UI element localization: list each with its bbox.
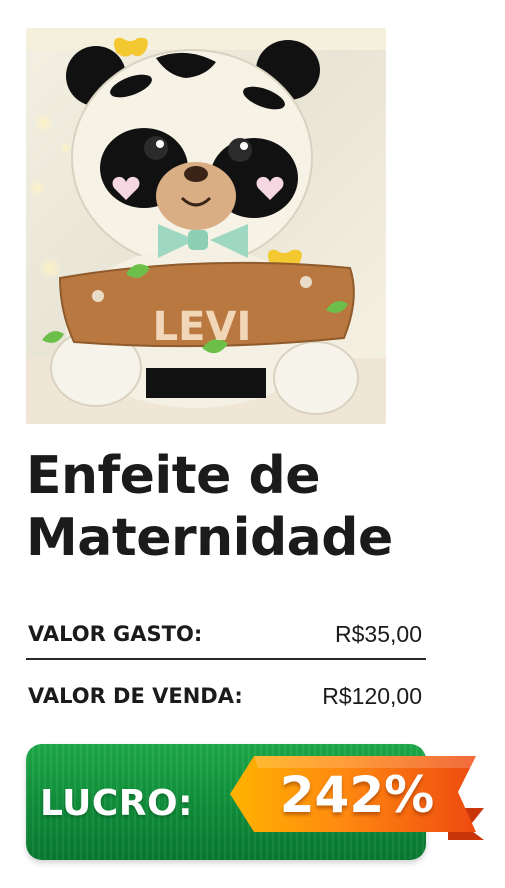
profit-label: LUCRO:	[40, 783, 194, 824]
plaque-name-text: LEVI	[153, 304, 252, 350]
cost-row: VALOR GASTO: R$35,00	[28, 614, 428, 654]
sale-value: R$120,00	[322, 682, 422, 709]
title-line-2: Maternidade	[26, 508, 393, 568]
product-title: Enfeite de Maternidade	[26, 445, 486, 569]
sale-row: VALOR DE VENDA: R$120,00	[28, 676, 428, 716]
divider	[26, 658, 426, 660]
product-photo: LEVI	[26, 28, 386, 424]
profit-percent: 242%	[279, 766, 435, 824]
cost-value: R$35,00	[335, 620, 422, 647]
title-line-1: Enfeite de	[26, 446, 320, 506]
sale-label: VALOR DE VENDA:	[28, 684, 243, 708]
panda-felt-illustration: LEVI	[26, 28, 386, 424]
cost-label: VALOR GASTO:	[28, 622, 203, 646]
